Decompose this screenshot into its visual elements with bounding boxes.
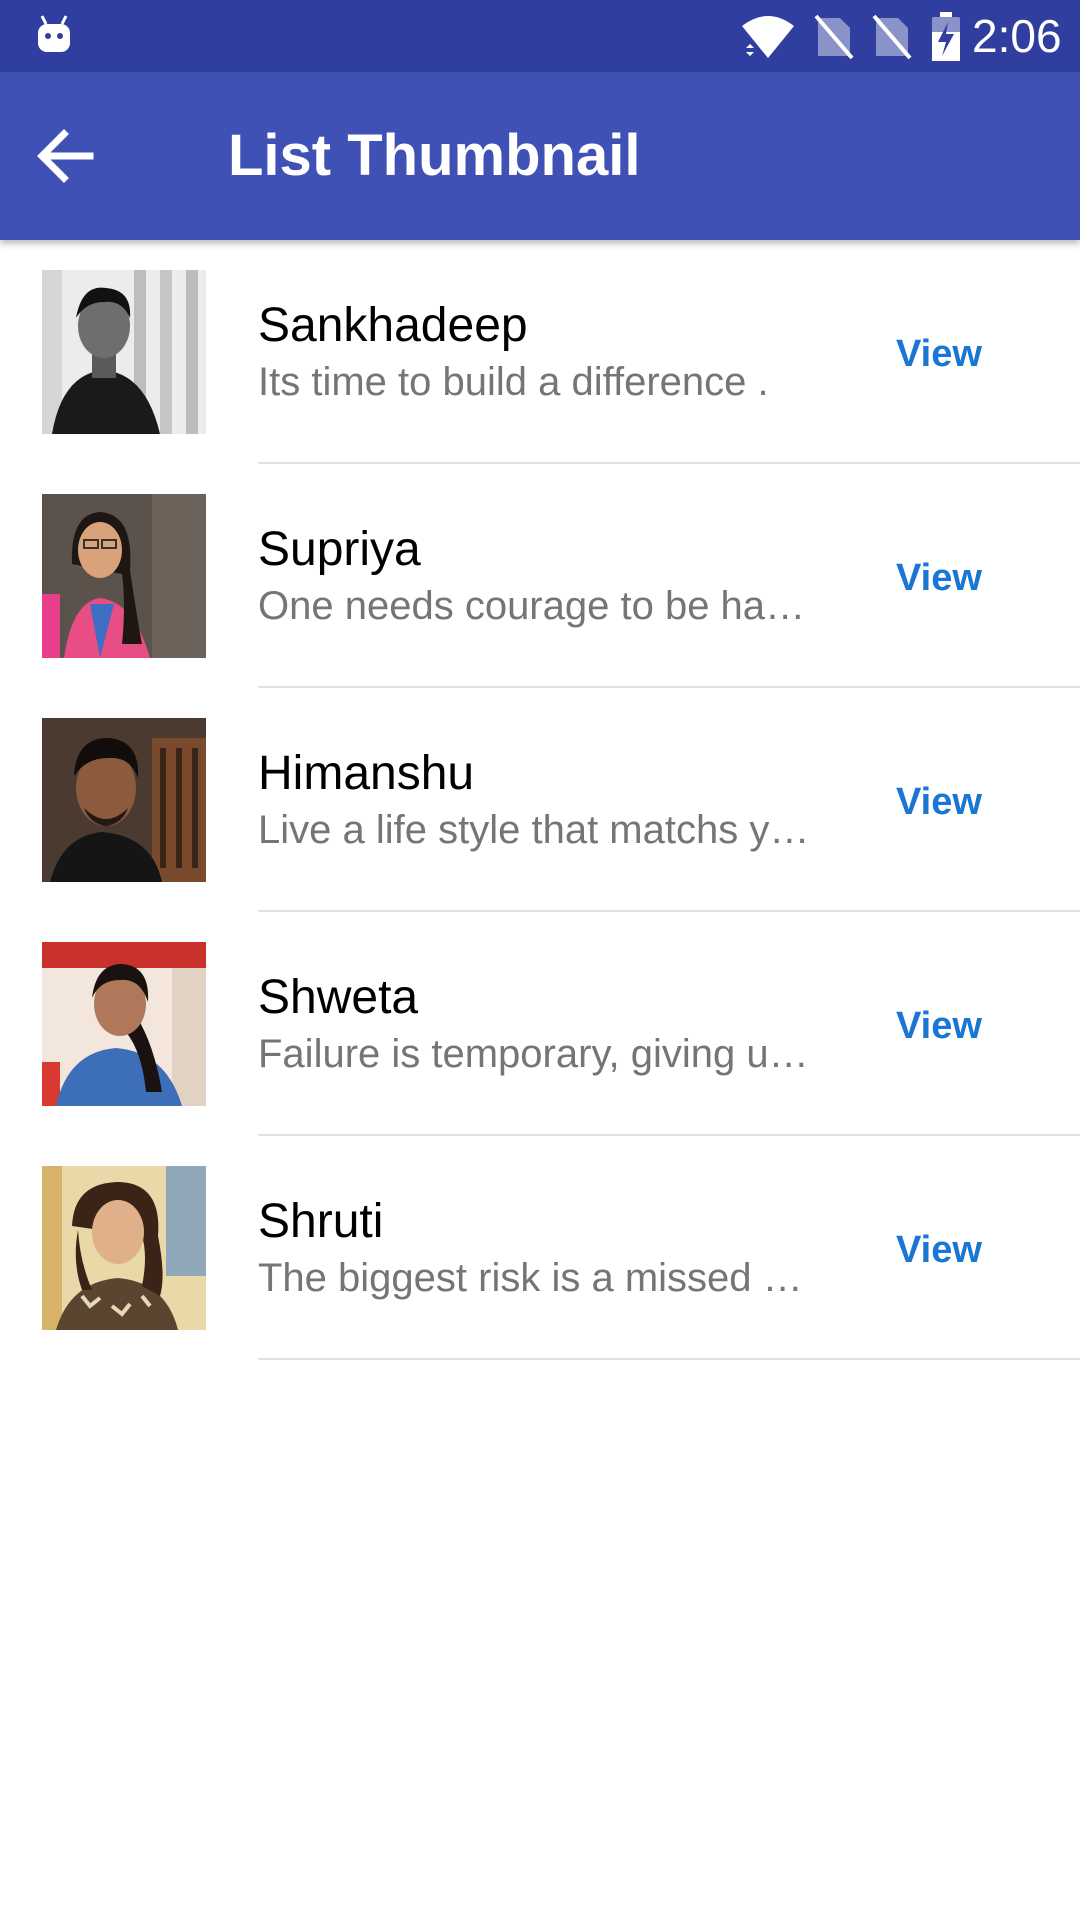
status-clock: 2:06 xyxy=(972,10,1062,62)
item-description: One needs courage to be happy . xyxy=(258,584,818,628)
item-description: Failure is temporary, giving up makes it… xyxy=(258,1032,818,1076)
list-item[interactable]: Shruti The biggest risk is a missed oppo… xyxy=(0,1136,1080,1360)
list-item[interactable]: Himanshu Live a life style that matchs y… xyxy=(0,688,1080,912)
item-description: Its time to build a difference . xyxy=(258,360,769,404)
page-title: List Thumbnail xyxy=(228,123,641,188)
item-description: The biggest risk is a missed opportunity xyxy=(258,1256,818,1300)
view-button[interactable]: View xyxy=(896,1228,982,1272)
no-sim-icon xyxy=(814,14,854,60)
list-item[interactable]: Sankhadeep Its time to build a differenc… xyxy=(0,240,1080,464)
list-item[interactable]: Shweta Failure is temporary, giving up m… xyxy=(0,912,1080,1136)
android-notification-icon xyxy=(38,15,70,52)
wifi-icon xyxy=(742,16,794,58)
avatar xyxy=(42,494,206,658)
item-description: Live a life style that matchs your visio… xyxy=(258,808,818,852)
item-name: Himanshu xyxy=(258,747,475,800)
avatar xyxy=(42,718,206,882)
battery-charging-icon xyxy=(932,12,960,61)
view-button[interactable]: View xyxy=(896,556,982,600)
app-bar: List Thumbnail xyxy=(0,72,1080,240)
avatar xyxy=(42,1166,206,1330)
view-button[interactable]: View xyxy=(896,332,982,376)
list-item[interactable]: Supriya One needs courage to be happy . … xyxy=(0,464,1080,688)
divider xyxy=(258,1358,1080,1360)
item-name: Shruti xyxy=(258,1195,384,1248)
item-name: Sankhadeep xyxy=(258,299,528,352)
no-sim-icon xyxy=(872,14,912,60)
view-button[interactable]: View xyxy=(896,1004,982,1048)
contact-list: Sankhadeep Its time to build a differenc… xyxy=(0,240,1080,1360)
view-button[interactable]: View xyxy=(896,780,982,824)
arrow-back-icon[interactable] xyxy=(24,114,108,198)
avatar xyxy=(42,942,206,1106)
item-name: Supriya xyxy=(258,523,421,576)
avatar xyxy=(42,270,206,434)
item-name: Shweta xyxy=(258,971,419,1024)
status-bar: 2:06 xyxy=(0,0,1080,72)
